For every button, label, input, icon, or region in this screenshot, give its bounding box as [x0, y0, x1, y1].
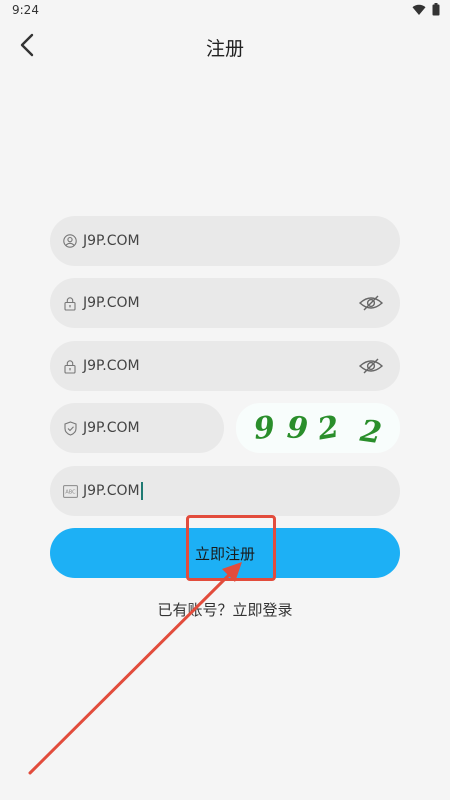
- confirm-password-field[interactable]: J9P.COM: [50, 341, 400, 391]
- shield-icon: [62, 420, 78, 436]
- wifi-icon: [412, 4, 426, 16]
- password-field[interactable]: J9P.COM: [50, 278, 400, 328]
- invite-code-value: J9P.COM: [83, 483, 140, 499]
- confirm-password-value: J9P.COM: [83, 358, 140, 374]
- captcha-digit: 9: [252, 409, 277, 447]
- header: 注册: [0, 24, 450, 72]
- username-value: J9P.COM: [83, 233, 140, 249]
- captcha-field[interactable]: J9P.COM: [50, 403, 224, 453]
- lock-icon: [62, 358, 78, 374]
- abc-icon: ABC: [62, 483, 78, 499]
- page-title: 注册: [205, 38, 244, 60]
- text-caret: [140, 482, 143, 500]
- captcha-value: J9P.COM: [83, 420, 140, 436]
- username-field[interactable]: J9P.COM: [50, 216, 400, 266]
- annotation-arrow: [28, 562, 242, 775]
- svg-text:ABC: ABC: [65, 489, 76, 495]
- password-value: J9P.COM: [83, 295, 140, 311]
- invite-code-field[interactable]: ABC J9P.COM: [50, 466, 400, 516]
- captcha-digit: 9: [285, 409, 310, 447]
- captcha-digit: 2: [357, 413, 384, 451]
- status-bar: 9:24: [0, 0, 450, 22]
- captcha-digit: 2: [315, 408, 342, 448]
- login-link[interactable]: 已有账号？立即登录: [0, 599, 450, 620]
- captcha-image[interactable]: 9 9 2 2: [236, 403, 400, 453]
- status-time: 9:24: [12, 3, 39, 17]
- register-button[interactable]: 立即注册: [50, 528, 400, 578]
- eye-off-icon[interactable]: [358, 292, 384, 314]
- eye-off-icon[interactable]: [358, 355, 384, 377]
- user-icon: [62, 233, 78, 249]
- battery-icon: [432, 3, 440, 16]
- lock-icon: [62, 295, 78, 311]
- status-icons: [412, 3, 440, 16]
